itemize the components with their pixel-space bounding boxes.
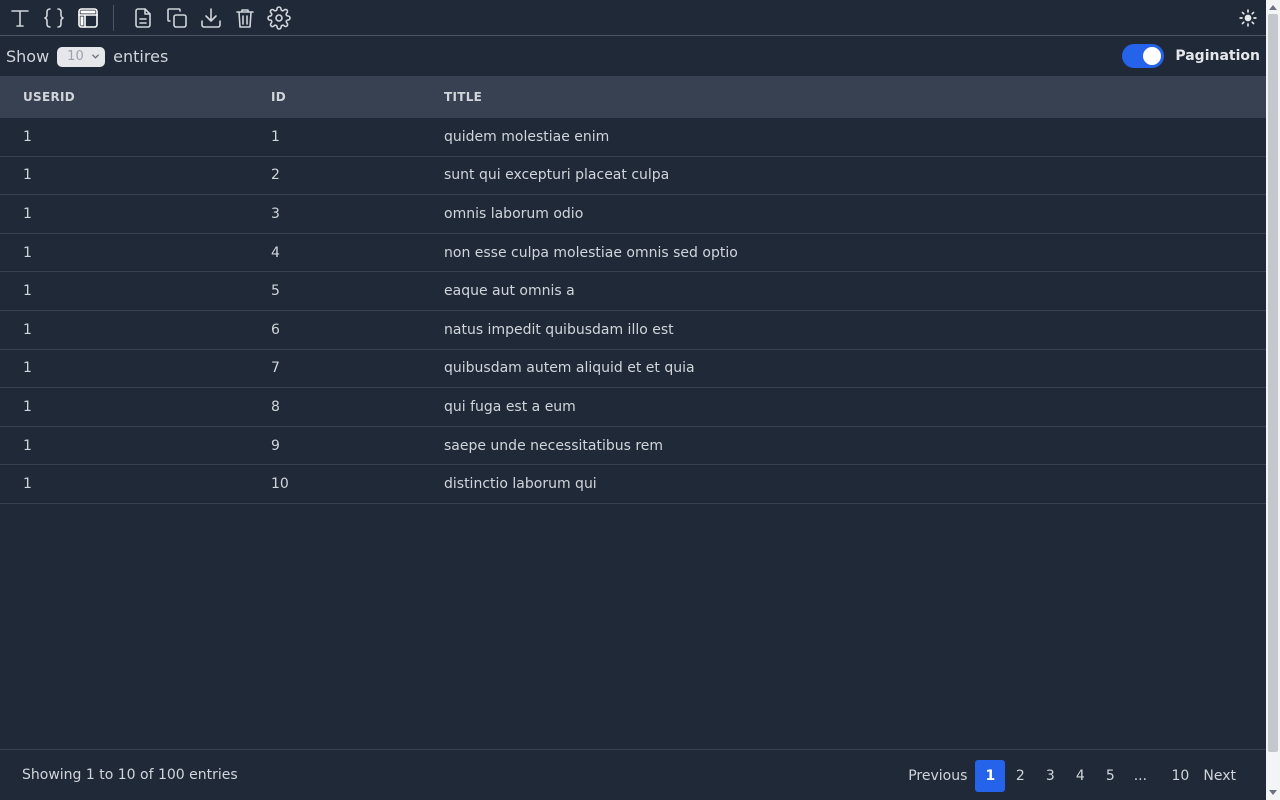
copy-icon (167, 7, 187, 28)
cell-id: 3 (271, 205, 280, 222)
cell-id: 8 (271, 398, 280, 415)
show-label: Show (6, 47, 50, 66)
gear-icon (267, 5, 291, 30)
vertical-scrollbar[interactable] (1266, 0, 1280, 800)
cell-userid: 1 (23, 476, 32, 493)
entries-select-value: 10 (67, 49, 84, 64)
page-button-3[interactable]: 3 (1035, 760, 1065, 792)
cell-userid: 1 (23, 128, 32, 145)
page-button-10[interactable]: 10 (1165, 760, 1195, 792)
cell-title: non esse culpa molestiae omnis sed optio (444, 244, 738, 261)
cell-title: saepe unde necessitatibus rem (444, 437, 664, 454)
pagination-toggle-group: Pagination (1122, 44, 1260, 68)
text-view-button[interactable] (5, 3, 35, 33)
table-row[interactable]: 1 5 eaque aut omnis a (0, 272, 1266, 311)
table-row[interactable]: 1 1 quidem molestiae enim (0, 118, 1266, 157)
cell-userid: 1 (23, 360, 32, 377)
copy-button[interactable] (162, 3, 192, 33)
cell-userid: 1 (23, 437, 32, 454)
new-file-button[interactable] (128, 3, 158, 33)
table-row[interactable]: 1 10 distinctio laborum qui (0, 465, 1266, 504)
table-controls: Show 10 entires Pagination (0, 37, 1266, 76)
json-view-button[interactable] (39, 3, 69, 33)
table-row[interactable]: 1 8 qui fuga est a eum (0, 388, 1266, 427)
cell-id: 9 (271, 437, 280, 454)
chevron-down-icon (92, 53, 100, 59)
app-root: Show 10 entires Pagination USERID ID TIT… (0, 0, 1266, 800)
table-row[interactable]: 1 7 quibusdam autem aliquid et et quia (0, 350, 1266, 389)
cell-userid: 1 (23, 283, 32, 300)
table-row[interactable]: 1 6 natus impedit quibusdam illo est (0, 311, 1266, 350)
cell-userid: 1 (23, 205, 32, 222)
cell-title: distinctio laborum qui (444, 476, 597, 493)
showing-entries-text: Showing 1 to 10 of 100 entries (22, 767, 238, 783)
pagination: Previous 1 2 3 4 5... 10 Next (900, 760, 1244, 792)
data-table: USERID ID TITLE 1 1 quidem molestiae enim 1… (0, 76, 1266, 504)
cell-userid: 1 (23, 321, 32, 338)
text-icon (11, 9, 29, 27)
file-icon (135, 7, 151, 28)
settings-button[interactable] (264, 3, 294, 33)
sun-icon (1239, 9, 1257, 27)
cell-id: 1 (271, 128, 280, 145)
toolbar-divider (113, 4, 114, 31)
cell-title: omnis laborum odio (444, 205, 584, 222)
pagination-label: Pagination (1175, 48, 1260, 64)
previous-page-button[interactable]: Previous (900, 760, 975, 792)
page-button-4[interactable]: 4 (1065, 760, 1095, 792)
scroll-down-arrow[interactable] (1269, 790, 1277, 795)
cell-title: qui fuga est a eum (444, 398, 576, 415)
switch-knob (1143, 47, 1162, 65)
cell-id: 4 (271, 244, 280, 261)
table-row[interactable]: 1 4 non esse culpa molestiae omnis sed opt… (0, 234, 1266, 273)
download-button[interactable] (196, 3, 226, 33)
page-button-5[interactable]: 5 (1095, 760, 1125, 792)
header-id[interactable]: ID (271, 90, 286, 104)
trash-icon (236, 8, 254, 28)
pagination-switch[interactable] (1122, 44, 1165, 68)
entries-select[interactable]: 10 (57, 46, 106, 67)
page-ellipsis: ... (1133, 768, 1148, 784)
braces-icon (44, 7, 64, 28)
cell-userid: 1 (23, 167, 32, 184)
cell-id: 5 (271, 283, 280, 300)
page-numbers: 1 2 3 4 5... 10 (975, 760, 1195, 792)
cell-id: 6 (271, 321, 280, 338)
page-button-1[interactable]: 1 (975, 760, 1006, 792)
theme-toggle-button[interactable] (1236, 6, 1260, 30)
table-view-button[interactable] (73, 3, 103, 33)
entries-label: entires (113, 47, 169, 66)
download-icon (201, 7, 221, 28)
header-userid[interactable]: USERID (23, 90, 75, 104)
cell-title: natus impedit quibusdam illo est (444, 321, 674, 338)
next-page-button[interactable]: Next (1195, 760, 1244, 792)
cell-userid: 1 (23, 398, 32, 415)
header-title[interactable]: TITLE (444, 90, 482, 104)
cell-userid: 1 (23, 244, 32, 261)
table-row[interactable]: 1 9 saepe unde necessitatibus rem (0, 427, 1266, 466)
cell-title: quidem molestiae enim (444, 128, 610, 145)
cell-title: quibusdam autem aliquid et et quia (444, 360, 695, 377)
table-footer: Showing 1 to 10 of 100 entries Previous … (0, 749, 1266, 800)
page-button-2[interactable]: 2 (1005, 760, 1035, 792)
scroll-up-arrow[interactable] (1269, 5, 1277, 10)
delete-button[interactable] (230, 3, 260, 33)
cell-id: 7 (271, 360, 280, 377)
cell-id: 2 (271, 167, 280, 184)
cell-title: eaque aut omnis a (444, 283, 575, 300)
cell-title: sunt qui excepturi placeat culpa (444, 167, 670, 184)
cell-id: 10 (271, 476, 289, 493)
table-row[interactable]: 1 2 sunt qui excepturi placeat culpa (0, 157, 1266, 196)
toolbar (0, 0, 1266, 36)
scroll-thumb[interactable] (1268, 14, 1278, 752)
table-icon (78, 7, 98, 28)
table-body: 1 1 quidem molestiae enim 1 2 sunt qui except… (0, 118, 1266, 504)
table-row[interactable]: 1 3 omnis laborum odio (0, 195, 1266, 234)
table-header: USERID ID TITLE (0, 76, 1266, 118)
